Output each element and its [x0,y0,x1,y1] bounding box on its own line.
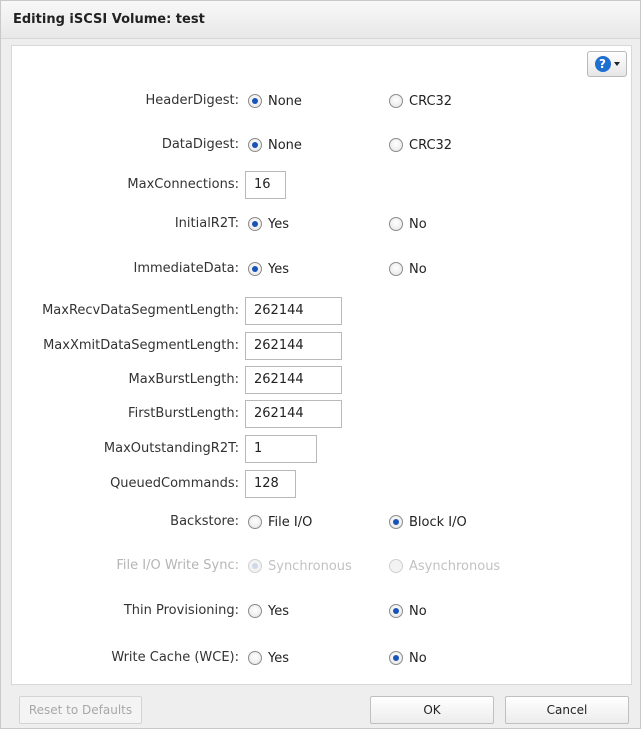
radio-unchecked-icon [389,262,403,276]
chevron-down-icon [613,62,620,66]
backstore-file-io-radio[interactable]: File I/O [248,510,312,534]
radio-checked-icon [389,604,403,618]
write-cache-no-radio[interactable]: No [389,646,427,670]
radio-label: Yes [268,603,289,619]
question-circle-icon: ? [594,56,611,72]
immediate-data-label: ImmediateData: [133,261,239,276]
ok-button[interactable]: OK [370,696,494,724]
radio-checked-icon [248,94,262,108]
immediate-data-yes-radio[interactable]: Yes [248,257,289,281]
radio-label: No [409,216,427,232]
immediate-data-row: ImmediateData: Yes No [1,257,641,281]
max-burst-length-label: MaxBurstLength: [128,372,239,387]
max-recv-data-segment-length-input[interactable]: 262144 [245,297,342,325]
radio-label: Asynchronous [409,558,501,574]
write-sync-synchronous-radio: Synchronous [248,554,352,578]
thin-provisioning-no-radio[interactable]: No [389,599,427,623]
radio-label: Yes [268,650,289,666]
radio-unchecked-icon [248,604,262,618]
radio-label: No [409,261,427,277]
max-recv-data-segment-length-label: MaxRecvDataSegmentLength: [42,303,239,318]
max-outstanding-r2t-label: MaxOutstandingR2T: [103,441,239,456]
help-button[interactable]: ? [587,51,627,77]
queued-commands-row: QueuedCommands: 128 [1,470,641,498]
first-burst-length-row: FirstBurstLength: 262144 [1,400,641,428]
data-digest-none-radio[interactable]: None [248,133,302,157]
file-io-write-sync-label: File I/O Write Sync: [116,558,239,573]
queued-commands-input[interactable]: 128 [245,470,296,498]
queued-commands-label: QueuedCommands: [110,476,239,491]
header-digest-label: HeaderDigest: [145,93,239,108]
radio-label: Yes [268,216,289,232]
radio-label: No [409,650,427,666]
radio-unchecked-icon [389,138,403,152]
max-xmit-data-segment-length-label: MaxXmitDataSegmentLength: [43,338,239,353]
initial-r2t-label: InitialR2T: [174,216,239,231]
edit-iscsi-dialog: Editing iSCSI Volume: test ? HeaderDiges… [0,0,641,729]
max-burst-length-input[interactable]: 262144 [245,366,342,394]
radio-unchecked-icon [248,651,262,665]
radio-label: Yes [268,261,289,277]
max-connections-label: MaxConnections: [127,177,239,192]
backstore-label: Backstore: [170,514,239,529]
thin-provisioning-label: Thin Provisioning: [123,603,239,618]
max-connections-input[interactable]: 16 [245,171,286,199]
max-xmit-data-segment-length-input[interactable]: 262144 [245,332,342,360]
thin-provisioning-yes-radio[interactable]: Yes [248,599,289,623]
header-digest-none-radio[interactable]: None [248,89,302,113]
dialog-titlebar: Editing iSCSI Volume: test [1,1,640,39]
max-outstanding-r2t-row: MaxOutstandingR2T: 1 [1,435,641,463]
radio-unchecked-icon [248,515,262,529]
radio-unchecked-icon [389,94,403,108]
radio-unchecked-icon [389,217,403,231]
write-sync-asynchronous-radio: Asynchronous [389,554,500,578]
initial-r2t-no-radio[interactable]: No [389,212,427,236]
immediate-data-no-radio[interactable]: No [389,257,427,281]
write-cache-yes-radio[interactable]: Yes [248,646,289,670]
dialog-title: Editing iSCSI Volume: test [13,12,205,27]
radio-label: Block I/O [409,514,467,530]
radio-checked-icon [248,217,262,231]
initial-r2t-row: InitialR2T: Yes No [1,212,641,236]
header-digest-row: HeaderDigest: None CRC32 [1,89,641,113]
radio-label: CRC32 [409,137,453,153]
data-digest-row: DataDigest: None CRC32 [1,133,641,157]
radio-label: File I/O [268,514,313,530]
radio-checked-icon [389,515,403,529]
radio-label: CRC32 [409,93,453,109]
max-burst-length-row: MaxBurstLength: 262144 [1,366,641,394]
radio-checked-icon [389,651,403,665]
reset-to-defaults-button[interactable]: Reset to Defaults [19,696,142,724]
radio-label: None [268,93,302,109]
write-cache-label: Write Cache (WCE): [111,650,239,665]
initial-r2t-yes-radio[interactable]: Yes [248,212,289,236]
radio-unchecked-icon [389,559,403,573]
data-digest-crc32-radio[interactable]: CRC32 [389,133,452,157]
radio-checked-icon [248,262,262,276]
first-burst-length-label: FirstBurstLength: [128,406,239,421]
max-outstanding-r2t-input[interactable]: 1 [245,435,317,463]
max-connections-row: MaxConnections: 16 [1,171,641,199]
max-recv-data-segment-length-row: MaxRecvDataSegmentLength: 262144 [1,297,641,325]
write-cache-row: Write Cache (WCE): Yes No [1,646,641,670]
radio-label: None [268,137,302,153]
thin-provisioning-row: Thin Provisioning: Yes No [1,599,641,623]
radio-checked-icon [248,559,262,573]
file-io-write-sync-row: File I/O Write Sync: Synchronous Asynchr… [1,554,641,578]
backstore-row: Backstore: File I/O Block I/O [1,510,641,534]
radio-checked-icon [248,138,262,152]
cancel-button[interactable]: Cancel [505,696,629,724]
backstore-block-io-radio[interactable]: Block I/O [389,510,467,534]
radio-label: No [409,603,427,619]
first-burst-length-input[interactable]: 262144 [245,400,342,428]
max-xmit-data-segment-length-row: MaxXmitDataSegmentLength: 262144 [1,332,641,360]
header-digest-crc32-radio[interactable]: CRC32 [389,89,452,113]
radio-label: Synchronous [268,558,352,574]
data-digest-label: DataDigest: [161,137,239,152]
